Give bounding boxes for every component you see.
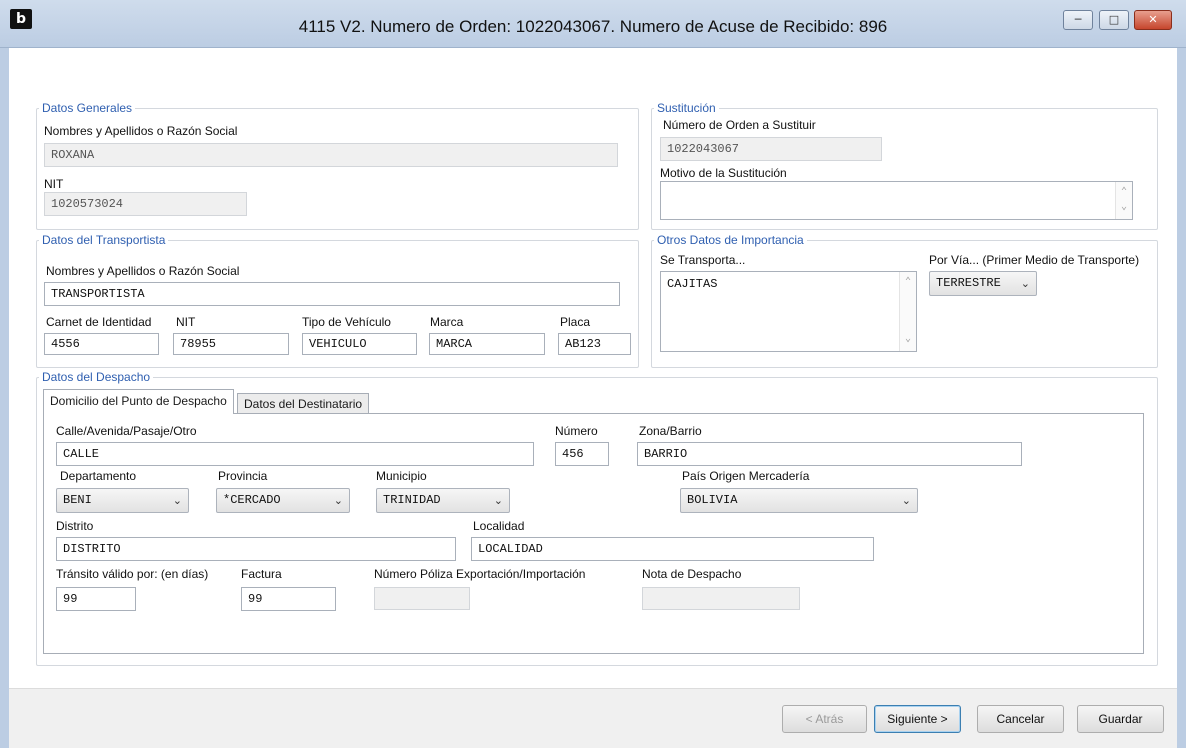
departamento-select[interactable]: BENI ⌄ <box>56 488 189 513</box>
factura-field[interactable]: 99 <box>241 587 336 611</box>
scroll-down-icon[interactable]: ⌄ <box>1116 199 1132 217</box>
orden-sustituir-label: Número de Orden a Sustituir <box>663 118 816 132</box>
distrito-label: Distrito <box>56 519 94 533</box>
close-icon[interactable]: ✕ <box>1134 10 1172 30</box>
despacho-legend: Datos del Despacho <box>42 370 151 384</box>
carnet-label: Carnet de Identidad <box>46 315 152 329</box>
scroll-up-icon[interactable]: ⌃ <box>900 274 916 292</box>
chevron-down-icon: ⌄ <box>493 494 503 507</box>
por-via-value: TERRESTRE <box>936 276 1001 290</box>
dg-nombre-label: Nombres y Apellidos o Razón Social <box>44 124 238 138</box>
scroll-down-icon[interactable]: ⌄ <box>900 331 916 349</box>
window-title: 4115 V2. Numero de Orden: 1022043067. Nu… <box>298 17 888 36</box>
municipio-label: Municipio <box>376 469 427 483</box>
provincia-label: Provincia <box>218 469 268 483</box>
provincia-value: *CERCADO <box>223 493 281 507</box>
tab-domicilio-despacho[interactable]: Domicilio del Punto de Despacho <box>43 389 234 414</box>
pais-select[interactable]: BOLIVIA ⌄ <box>680 488 918 513</box>
otros-datos-legend: Otros Datos de Importancia <box>657 233 804 247</box>
se-transporta-scrollbar[interactable]: ⌃ ⌄ <box>899 272 916 351</box>
tab-datos-destinatario[interactable]: Datos del Destinatario <box>237 393 370 414</box>
window-frame-left <box>0 48 9 748</box>
cancelar-button[interactable]: Cancelar <box>977 705 1064 733</box>
departamento-value: BENI <box>63 493 92 507</box>
poliza-field[interactable] <box>374 587 470 610</box>
numero-field[interactable]: 456 <box>555 442 609 466</box>
chevron-down-icon: ⌄ <box>901 494 911 507</box>
zona-field[interactable]: BARRIO <box>637 442 1022 466</box>
maximize-icon[interactable]: □ <box>1099 10 1129 30</box>
tr-nit-label: NIT <box>176 315 196 329</box>
pais-label: País Origen Mercadería <box>682 469 810 483</box>
motivo-sustitucion-textarea[interactable]: ⌃ ⌄ <box>660 181 1133 220</box>
tipo-vehiculo-field[interactable]: VEHICULO <box>302 333 417 355</box>
localidad-label: Localidad <box>473 519 525 533</box>
departamento-label: Departamento <box>60 469 137 483</box>
transportista-legend: Datos del Transportista <box>42 233 166 247</box>
factura-label: Factura <box>241 567 282 581</box>
guardar-button[interactable]: Guardar <box>1077 705 1164 733</box>
motivo-sustitucion-label: Motivo de la Sustitución <box>660 166 787 180</box>
tipo-vehiculo-label: Tipo de Vehículo <box>302 315 391 329</box>
calle-field[interactable]: CALLE <box>56 442 534 466</box>
datos-generales-legend: Datos Generales <box>42 101 133 115</box>
tr-nombre-label: Nombres y Apellidos o Razón Social <box>46 264 240 278</box>
marca-field[interactable]: MARCA <box>429 333 545 355</box>
nota-despacho-field[interactable] <box>642 587 800 610</box>
chevron-down-icon: ⌄ <box>1020 277 1030 290</box>
motivo-scrollbar[interactable]: ⌃ ⌄ <box>1115 182 1132 219</box>
sustitucion-legend: Sustitución <box>657 101 716 115</box>
nota-despacho-label: Nota de Despacho <box>642 567 742 581</box>
numero-label: Número <box>555 424 598 438</box>
municipio-select[interactable]: TRINIDAD ⌄ <box>376 488 510 513</box>
se-transporta-value: CAJITAS <box>667 277 718 291</box>
municipio-value: TRINIDAD <box>383 493 441 507</box>
chevron-down-icon: ⌄ <box>333 494 343 507</box>
dg-nombre-field[interactable]: ROXANA <box>44 143 618 167</box>
por-via-select[interactable]: TERRESTRE ⌄ <box>929 271 1037 296</box>
calle-label: Calle/Avenida/Pasaje/Otro <box>56 424 197 438</box>
minimize-icon[interactable]: ─ <box>1063 10 1093 30</box>
placa-field[interactable]: AB123 <box>558 333 631 355</box>
se-transporta-label: Se Transporta... <box>660 253 746 267</box>
por-via-label: Por Vía... (Primer Medio de Transporte) <box>929 253 1140 267</box>
marca-label: Marca <box>430 315 464 329</box>
carnet-field[interactable]: 4556 <box>44 333 159 355</box>
transito-field[interactable]: 99 <box>56 587 136 611</box>
tr-nombre-field[interactable]: TRANSPORTISTA <box>44 282 620 306</box>
pais-value: BOLIVIA <box>687 493 738 507</box>
dg-nit-label: NIT <box>44 177 64 191</box>
provincia-select[interactable]: *CERCADO ⌄ <box>216 488 350 513</box>
zona-label: Zona/Barrio <box>639 424 702 438</box>
chevron-down-icon: ⌄ <box>172 494 182 507</box>
orden-sustituir-field[interactable]: 1022043067 <box>660 137 882 161</box>
window-frame-right <box>1177 48 1186 748</box>
tr-nit-field[interactable]: 78955 <box>173 333 289 355</box>
poliza-label: Número Póliza Exportación/Importación <box>374 567 586 581</box>
se-transporta-textarea[interactable]: CAJITAS ⌃ ⌄ <box>660 271 917 352</box>
siguiente-button[interactable]: Siguiente > <box>874 705 961 733</box>
placa-label: Placa <box>560 315 591 329</box>
atras-button[interactable]: < Atrás <box>782 705 867 733</box>
dg-nit-field[interactable]: 1020573024 <box>44 192 247 216</box>
distrito-field[interactable]: DISTRITO <box>56 537 456 561</box>
localidad-field[interactable]: LOCALIDAD <box>471 537 874 561</box>
transito-label: Tránsito válido por: (en días) <box>56 567 209 581</box>
